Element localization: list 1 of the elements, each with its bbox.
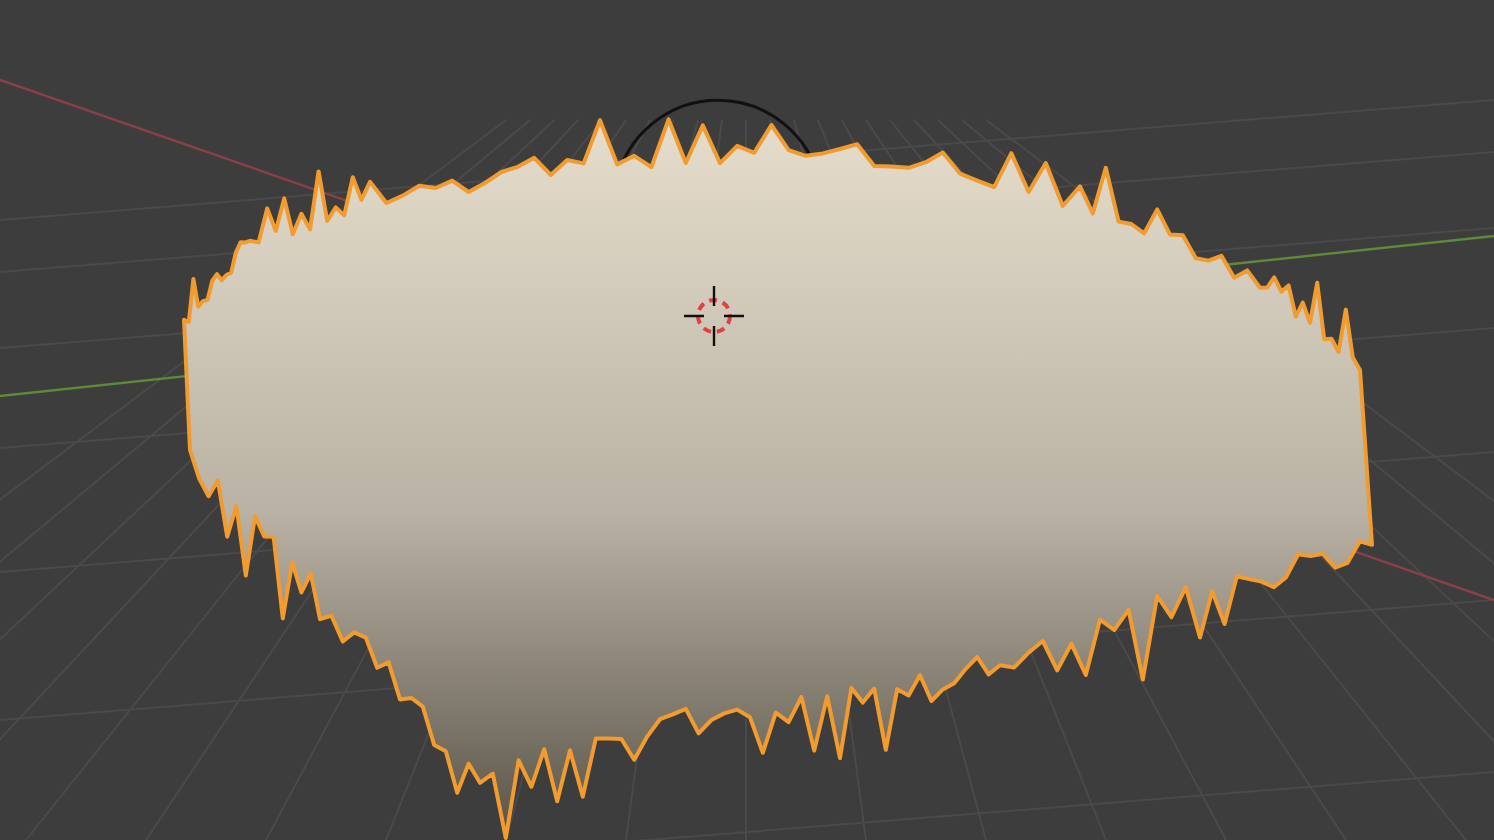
cursor-icon xyxy=(682,284,746,348)
